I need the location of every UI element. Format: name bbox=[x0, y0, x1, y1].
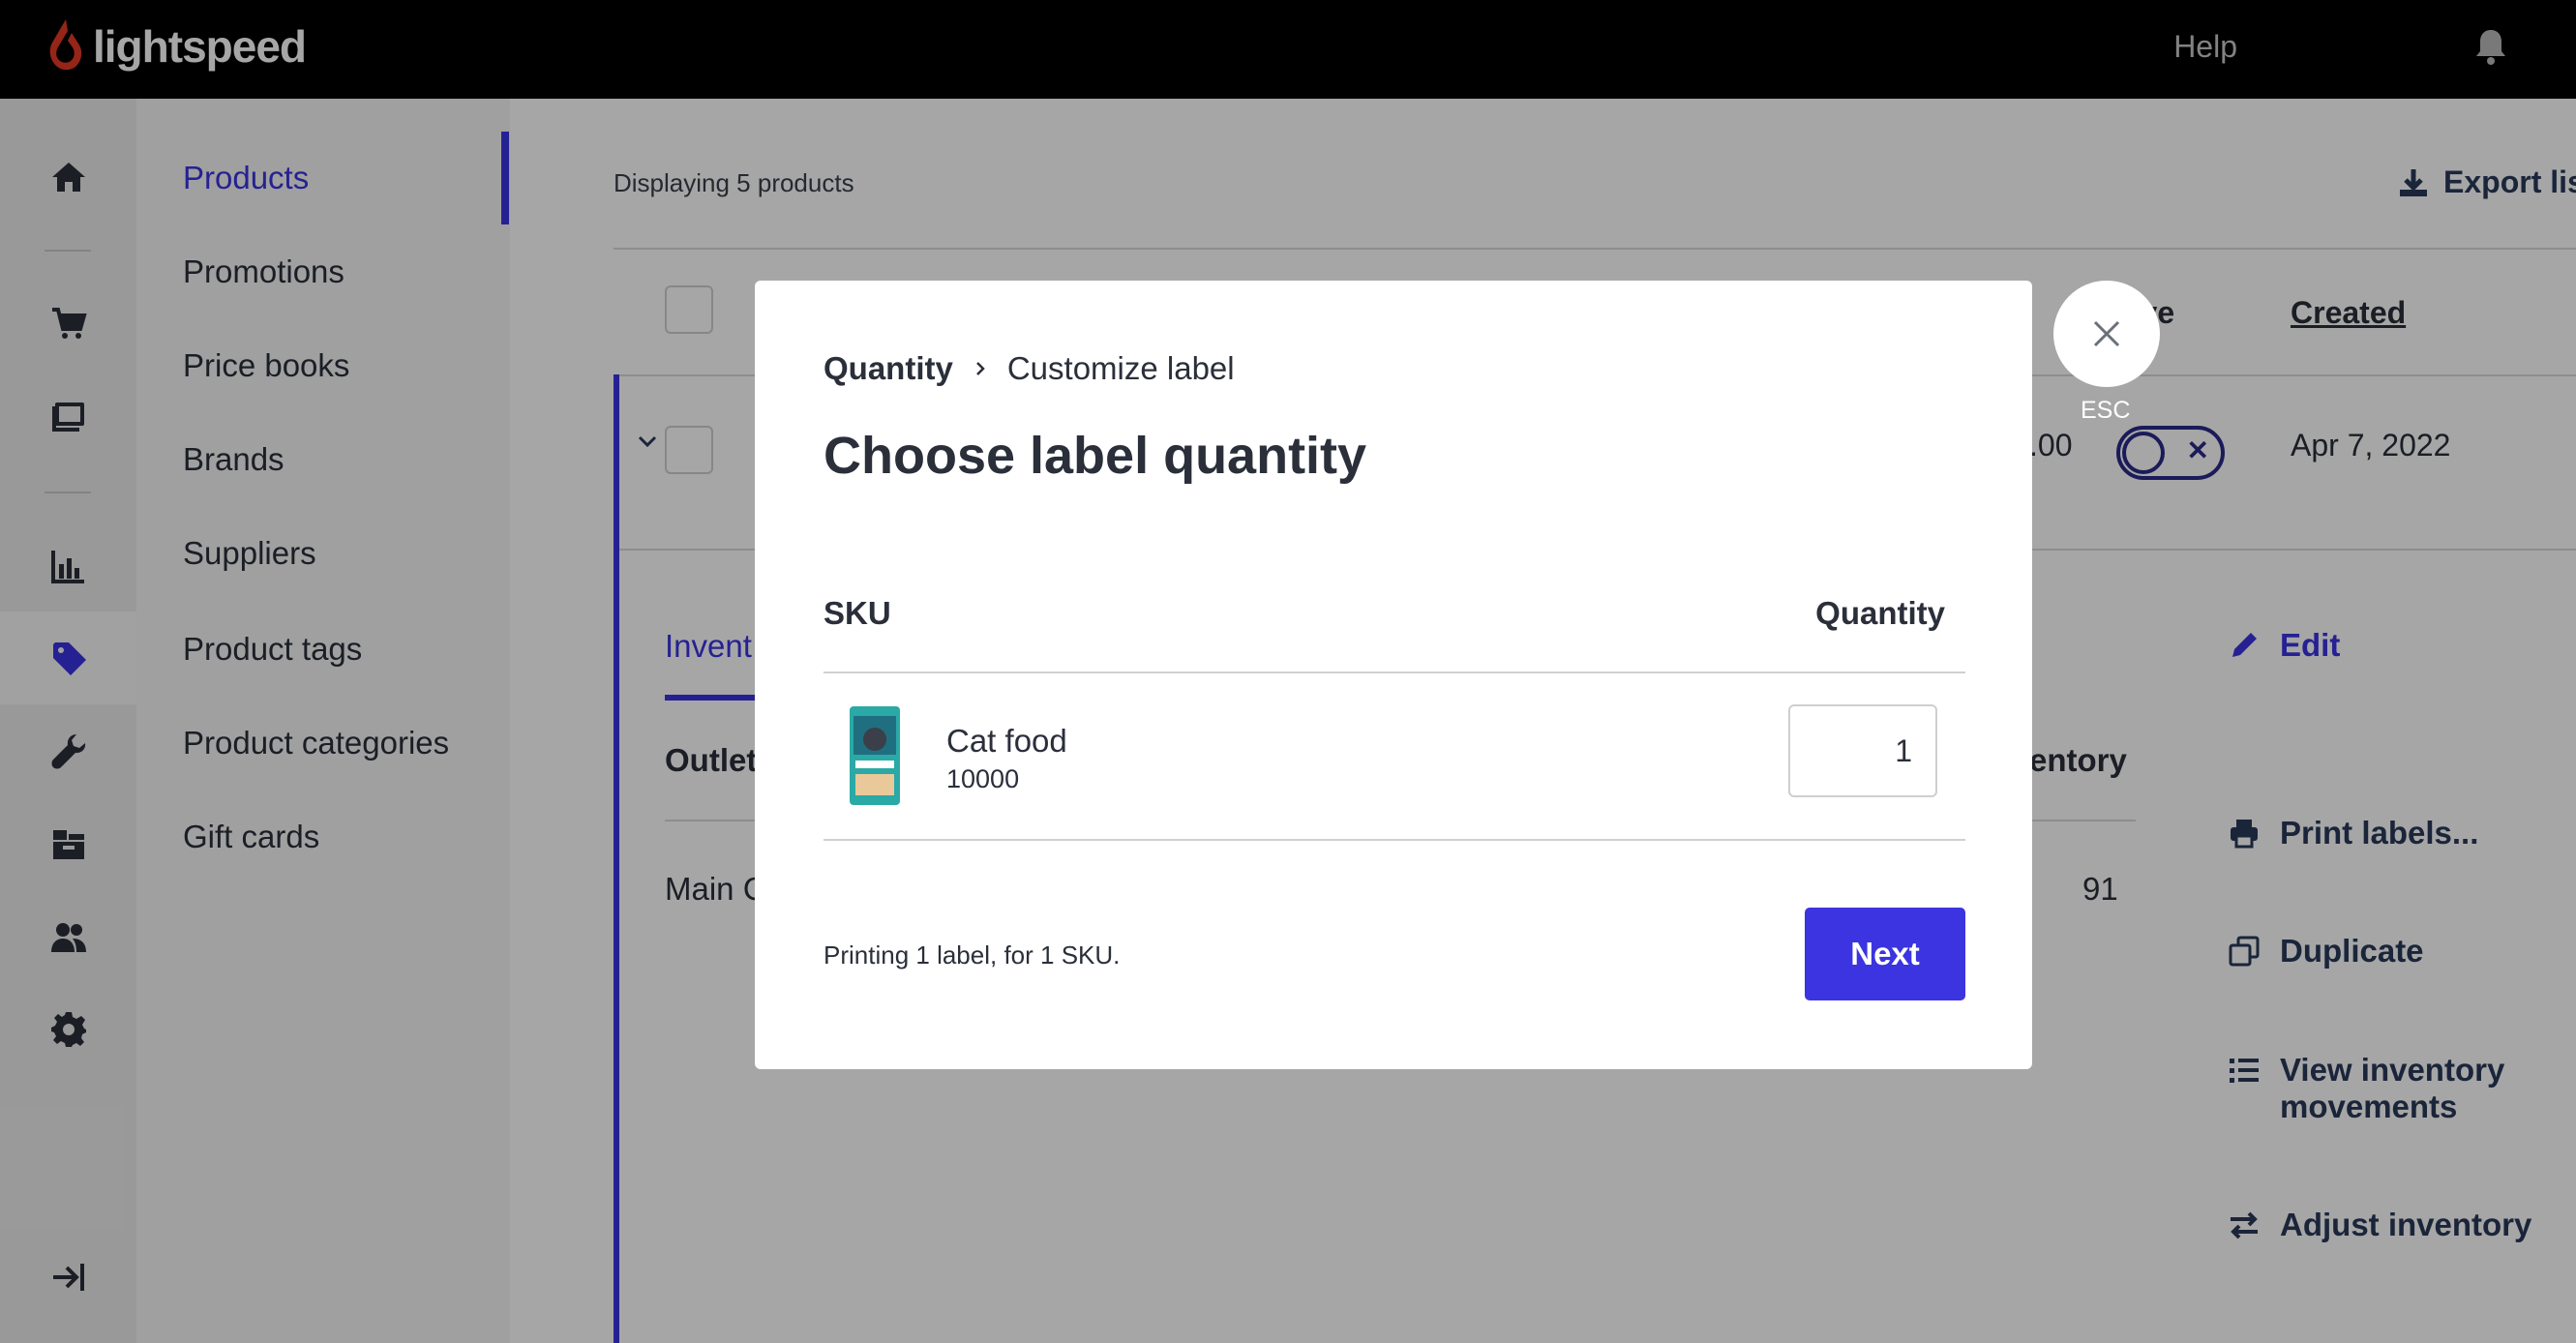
print-labels-modal: Quantity Customize label Choose label qu… bbox=[755, 281, 2032, 1069]
chevron-right-icon bbox=[975, 362, 985, 375]
esc-hint: ESC bbox=[2081, 397, 2131, 424]
breadcrumb-customize-label[interactable]: Customize label bbox=[1007, 350, 1235, 387]
modal-title: Choose label quantity bbox=[824, 427, 1367, 485]
divider bbox=[824, 839, 1965, 841]
print-summary: Printing 1 label, for 1 SKU. bbox=[824, 940, 1121, 970]
close-modal-button[interactable] bbox=[2053, 281, 2160, 387]
close-icon bbox=[2093, 320, 2120, 347]
next-button[interactable]: Next bbox=[1805, 908, 1965, 1000]
sku-column-header: SKU bbox=[824, 595, 891, 631]
product-name: Cat food bbox=[946, 723, 1067, 759]
product-sku: 10000 bbox=[946, 764, 1020, 793]
breadcrumb: Quantity Customize label bbox=[824, 350, 1235, 387]
breadcrumb-quantity: Quantity bbox=[824, 350, 953, 386]
divider bbox=[824, 672, 1965, 673]
product-thumbnail bbox=[850, 706, 900, 805]
label-quantity-input[interactable] bbox=[1788, 704, 1937, 797]
quantity-column-header: Quantity bbox=[1815, 595, 1945, 631]
